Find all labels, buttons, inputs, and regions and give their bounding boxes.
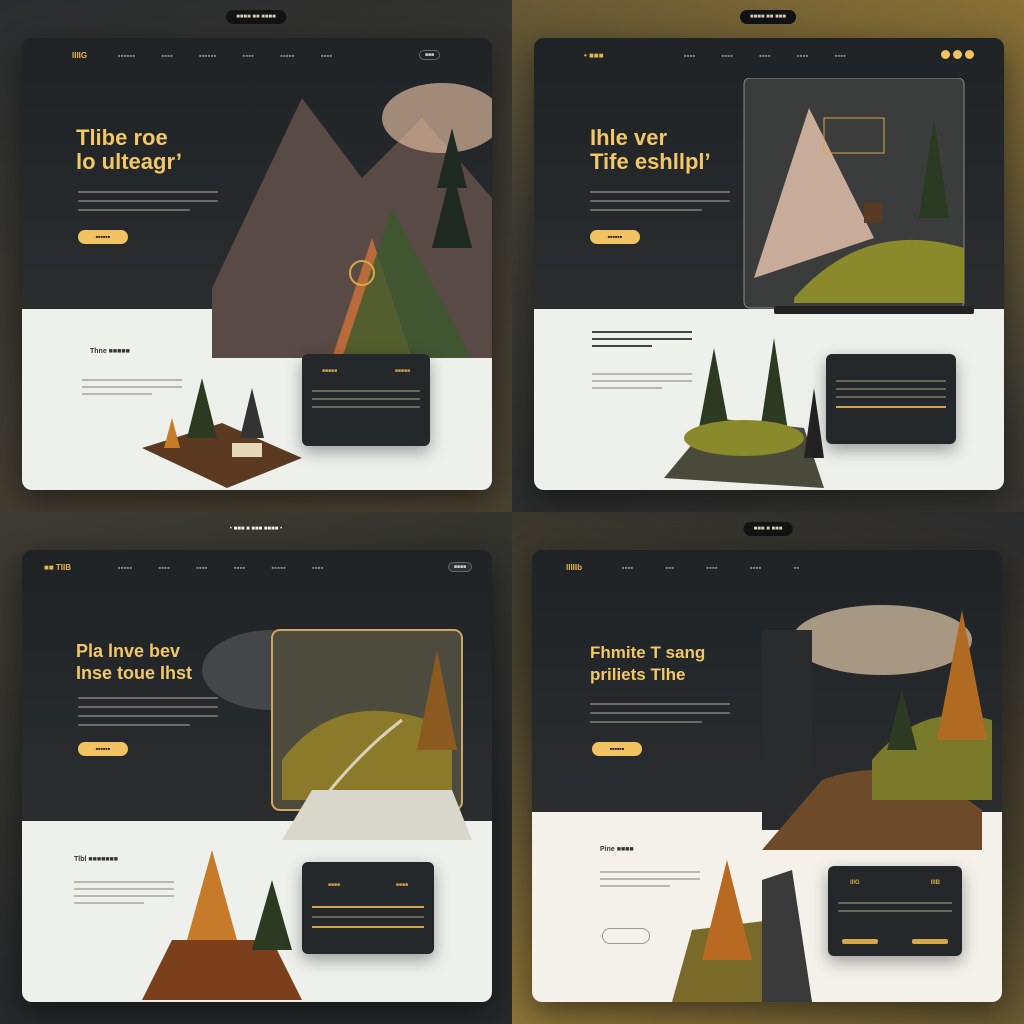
nav-links: ■■■■ ■■■ ■■■■ ■■■■ ■■ (622, 565, 800, 570)
logo[interactable]: IIIIIb (566, 563, 582, 572)
hero-cta-button[interactable]: ■■■■■■ (78, 230, 128, 244)
dark-info-panel (826, 354, 956, 444)
dark-info-panel: IIIG IIIB (828, 866, 962, 956)
nav-link[interactable]: ■■■■ (312, 565, 324, 570)
nav-link[interactable]: ■■■■ (196, 565, 208, 570)
top-label-pill: • ■■■ ■ ■■■ ■■■■ • (229, 526, 283, 532)
hero-cta-button[interactable]: ■■■■■■ (592, 742, 642, 756)
forest-cliff-illustration (664, 338, 824, 488)
section-title: Thne ■■■■■ (90, 348, 130, 355)
panel-title: IIIG (850, 880, 860, 886)
nav-link[interactable]: ■■■■■ (118, 565, 133, 570)
nav-link[interactable]: ■■■■ (622, 565, 634, 570)
landing-card: • ■■■ ■■■■ ■■■■ ■■■■ ■■■■ ■■■■ Ihle ver … (534, 38, 1004, 490)
tree-rock-illustration (672, 860, 812, 1002)
nav-links: ■■■■ ■■■■ ■■■■ ■■■■ ■■■■ (684, 53, 846, 58)
laptop-valley-illustration (202, 629, 472, 840)
panel-title: ■■■■■ (322, 368, 338, 374)
nav-link[interactable]: ■■■■ (159, 565, 171, 570)
nav-link[interactable]: ■■■■■ (272, 565, 287, 570)
mountain-illustration (212, 83, 492, 358)
island-illustration (142, 378, 302, 488)
top-label-pill: ■■■■ ■■ ■■■ (740, 10, 796, 24)
landing-card: IIIIIb ■■■■ ■■■ ■■■■ ■■■■ ■■ Fhmite T sa… (532, 550, 1002, 1002)
panel-title: ■■■■■ (394, 368, 410, 374)
nav-link[interactable]: ■■■■ (835, 53, 847, 58)
nav-link[interactable]: ■■■■ (706, 565, 718, 570)
nav-link[interactable]: ■■■■■■ (118, 53, 136, 58)
nav-links: ■■■■■ ■■■■ ■■■■ ■■■■ ■■■■■ ■■■■ (118, 565, 324, 570)
nav-link[interactable]: ■■ (794, 565, 800, 570)
logo[interactable]: • ■■■ (584, 51, 604, 60)
panel-title: ■■■■ (395, 882, 408, 888)
nav-cta-button[interactable]: ■■■■ (447, 562, 472, 572)
nav-dots-icon[interactable] (941, 50, 974, 59)
hero-cta-button[interactable]: ■■■■■■ (590, 230, 640, 244)
nav-link[interactable]: ■■■■ (750, 565, 762, 570)
hero-body-text (78, 690, 218, 733)
nav-bar: IIIIIb ■■■■ ■■■ ■■■■ ■■■■ ■■ (532, 550, 1002, 584)
mockup-quadrant-2: ■■■■ ■■ ■■■ • ■■■ ■■■■ ■■■■ ■■■■ ■■■■ ■■… (512, 0, 1024, 512)
hero-body-text (590, 184, 730, 218)
logo[interactable]: IIIIG (72, 51, 87, 60)
nav-link[interactable]: ■■■■ (684, 53, 696, 58)
mockup-quadrant-1: ■■■■ ■■ ■■■■ IIIIG ■■■■■■ ■■■■ ■■■■■■ ■■… (0, 0, 512, 512)
nav-link[interactable]: ■■■■ (162, 53, 174, 58)
nav-bar: ■■ TIIB ■■■■■ ■■■■ ■■■■ ■■■■ ■■■■■ ■■■■ … (22, 550, 492, 584)
landing-card: IIIIG ■■■■■■ ■■■■ ■■■■■■ ■■■■ ■■■■■ ■■■■… (22, 38, 492, 490)
nav-link[interactable]: ■■■■ (722, 53, 734, 58)
nav-link[interactable]: ■■■■ (234, 565, 246, 570)
tree-cliff-illustration (142, 850, 302, 1000)
top-label-pill: ■■■■ ■■ ■■■■ (226, 10, 286, 24)
outline-button[interactable] (602, 928, 650, 944)
nav-link[interactable]: ■■■■ (797, 53, 809, 58)
dark-info-panel: ■■■■ ■■■■ (302, 862, 434, 954)
landing-card: ■■ TIIB ■■■■■ ■■■■ ■■■■ ■■■■ ■■■■■ ■■■■ … (22, 550, 492, 1002)
panel-title: IIIB (930, 880, 940, 886)
nav-link[interactable]: ■■■ (666, 565, 675, 570)
mockup-quadrant-3: • ■■■ ■ ■■■ ■■■■ • ■■ TIIB ■■■■■ ■■■■ ■■… (0, 512, 512, 1024)
hero-body-text (78, 184, 218, 218)
panel-button[interactable] (842, 939, 878, 944)
logo[interactable]: ■■ TIIB (44, 563, 71, 572)
forest-path-illustration (762, 605, 992, 850)
panel-button[interactable] (912, 939, 948, 944)
section-title: Pine ■■■■ (600, 846, 634, 853)
laptop-mountain-illustration (743, 78, 974, 314)
panel-title: ■■■■ (328, 882, 341, 888)
nav-link[interactable]: ■■■■ (759, 53, 771, 58)
dark-info-panel: ■■■■■ ■■■■■ (302, 354, 430, 446)
mockup-quadrant-4: ■■■ ■ ■■■ IIIIIb ■■■■ ■■■ ■■■■ ■■■■ ■■ F… (512, 512, 1024, 1024)
top-label-pill: ■■■ ■ ■■■ (743, 522, 793, 536)
hero-cta-button[interactable]: ■■■■■■ (78, 742, 128, 756)
section-title: Tlbl ■■■■■■■ (74, 856, 118, 863)
nav-bar: • ■■■ ■■■■ ■■■■ ■■■■ ■■■■ ■■■■ (534, 38, 1004, 72)
